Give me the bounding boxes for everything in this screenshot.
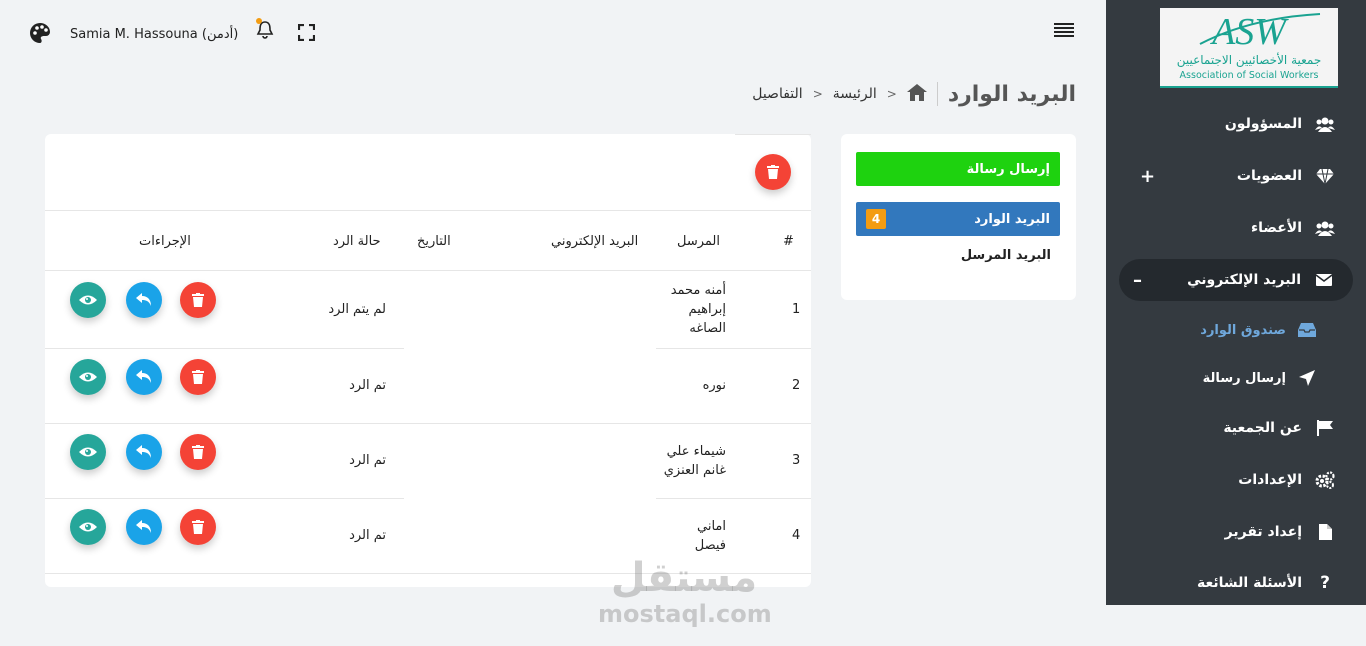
user-name[interactable]: Samia M. Hassouna (أدمن) — [70, 27, 238, 42]
divider — [936, 82, 938, 106]
row-number: 4 — [792, 528, 801, 543]
sidebar-item-label: المسؤولون — [1224, 116, 1302, 132]
view-button[interactable] — [70, 282, 106, 318]
delete-all-button[interactable] — [755, 154, 791, 190]
collapse-toggle[interactable]: – — [1133, 270, 1142, 291]
sidebar-subitem-inbox[interactable]: صندوق الوارد — [1116, 312, 1366, 348]
question-icon: ? — [1320, 573, 1330, 593]
diamond-icon — [1314, 165, 1336, 187]
envelope-icon — [1313, 269, 1335, 291]
users-icon — [1314, 113, 1336, 135]
reply-button[interactable] — [126, 434, 162, 470]
reply-status: لم يتم الرد — [328, 302, 386, 317]
row-number: 1 — [792, 302, 801, 317]
col-header-date: التاريخ — [417, 234, 451, 249]
logo-arabic: جمعية الأخصائيين الاجتماعيين — [1177, 52, 1322, 68]
logo-brand: ASW — [1209, 11, 1289, 53]
col-header-status: حالة الرد — [333, 234, 381, 249]
sidebar-item-about[interactable]: عن الجمعية — [1116, 407, 1366, 449]
delete-button[interactable] — [180, 359, 216, 395]
breadcrumb-current: التفاصيل — [752, 86, 803, 102]
reply-button[interactable] — [126, 359, 162, 395]
row-number: 2 — [792, 378, 801, 393]
users-icon — [1314, 217, 1336, 239]
breadcrumb-separator: < — [812, 87, 823, 101]
palette-icon[interactable] — [30, 23, 50, 47]
sidebar-item-email[interactable]: البريد الإلكتروني – — [1119, 259, 1353, 301]
page-title: البريد الوارد — [947, 81, 1076, 107]
sidebar-item-label: البريد الإلكتروني — [1187, 272, 1301, 288]
flag-icon — [1314, 417, 1336, 439]
watermark: مستقل mostaql.com — [598, 555, 772, 634]
sidebar-item-label: عن الجمعية — [1223, 420, 1302, 436]
sidebar-item-label: الأسئلة الشائعة — [1197, 575, 1302, 591]
sender-name: شيماء علي غانم العنزي — [663, 444, 726, 478]
file-icon — [1314, 521, 1336, 543]
sender-name: اماني فيصل — [694, 519, 726, 553]
sidebar-item-admins[interactable]: المسؤولون — [1116, 103, 1366, 145]
cogs-icon — [1314, 469, 1336, 491]
sidebar-item-settings[interactable]: الإعدادات — [1116, 459, 1366, 501]
send-message-button[interactable]: إرسال رسالة — [856, 152, 1060, 186]
home-icon[interactable] — [906, 83, 927, 105]
breadcrumb-separator: < — [886, 87, 897, 101]
sidebar-item-label: العضويات — [1236, 168, 1302, 184]
bell-icon[interactable] — [255, 18, 275, 44]
paper-plane-icon — [1296, 367, 1318, 389]
sent-mail-link[interactable]: البريد المرسل — [961, 248, 1051, 263]
delete-button[interactable] — [180, 282, 216, 318]
sender-name: أمنه محمد إبراهيم الصاغه — [670, 283, 726, 336]
watermark-arabic: مستقل — [610, 555, 758, 601]
sidebar: ASW جمعية الأخصائيين الاجتماعيين Associa… — [1106, 0, 1366, 605]
menu-toggle-icon[interactable] — [1054, 22, 1074, 42]
reply-status: تم الرد — [349, 528, 386, 543]
sidebar-item-label: الإعدادات — [1238, 472, 1302, 488]
row-number: 3 — [792, 453, 801, 468]
inbox-count-badge: 4 — [866, 209, 886, 229]
inbox-button[interactable]: 4 البريد الوارد — [856, 202, 1060, 236]
fullscreen-icon[interactable] — [297, 23, 316, 45]
sidebar-item-label: إعداد تقرير — [1224, 524, 1302, 540]
col-header-actions: الإجراءات — [139, 234, 191, 249]
breadcrumb-home[interactable]: الرئيسة — [833, 86, 877, 102]
view-button[interactable] — [70, 509, 106, 545]
inbox-icon — [1296, 319, 1318, 341]
sidebar-item-faq[interactable]: ? الأسئلة الشائعة — [1116, 562, 1366, 604]
sidebar-item-label: الأعضاء — [1251, 220, 1302, 236]
sidebar-subitem-label: إرسال رسالة — [1202, 370, 1286, 386]
sidebar-item-memberships[interactable]: العضويات + — [1116, 155, 1366, 197]
inbox-label: البريد الوارد — [974, 211, 1050, 227]
messages-card: # المرسل البريد الإلكتروني التاريخ حالة … — [45, 134, 811, 587]
reply-status: تم الرد — [349, 453, 386, 468]
delete-button[interactable] — [180, 434, 216, 470]
delete-button[interactable] — [180, 509, 216, 545]
reply-button[interactable] — [126, 509, 162, 545]
logo-english: Association of Social Workers — [1180, 70, 1319, 81]
mailbox-card: إرسال رسالة 4 البريد الوارد البريد المرس… — [841, 134, 1076, 300]
col-header-email: البريد الإلكتروني — [551, 234, 639, 249]
reply-status: تم الرد — [349, 378, 386, 393]
col-header-num: # — [783, 234, 794, 249]
sender-name: نوره — [702, 378, 726, 393]
view-button[interactable] — [70, 359, 106, 395]
sidebar-subitem-send[interactable]: إرسال رسالة — [1116, 360, 1366, 396]
expand-toggle[interactable]: + — [1140, 166, 1155, 187]
watermark-latin: mostaql.com — [598, 600, 772, 628]
reply-button[interactable] — [126, 282, 162, 318]
sidebar-item-members[interactable]: الأعضاء — [1116, 207, 1366, 249]
sidebar-subitem-label: صندوق الوارد — [1200, 322, 1286, 338]
view-button[interactable] — [70, 434, 106, 470]
sidebar-item-report[interactable]: إعداد تقرير — [1116, 511, 1366, 553]
col-header-sender: المرسل — [677, 234, 720, 249]
page-header: البريد الوارد < الرئيسة < التفاصيل — [752, 78, 1076, 110]
logo[interactable]: ASW جمعية الأخصائيين الاجتماعيين Associa… — [1160, 8, 1338, 88]
